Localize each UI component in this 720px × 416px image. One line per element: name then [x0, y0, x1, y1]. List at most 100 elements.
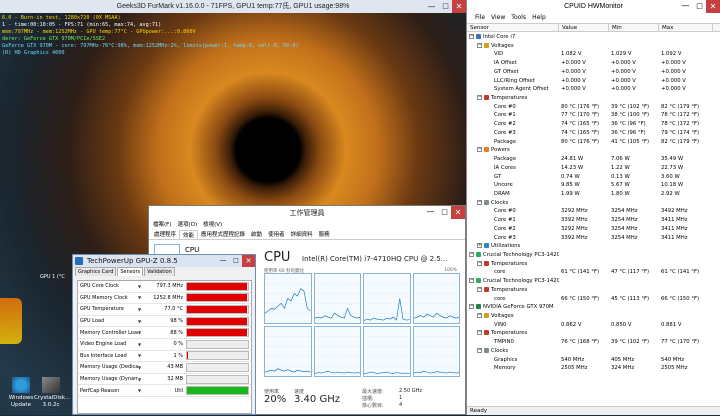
tab-details[interactable]: 詳細資料	[288, 230, 316, 239]
sensor-row[interactable]: Core #1 3392 MHz 3254 MHz 3411 MHz	[467, 216, 720, 225]
sensor-row[interactable]: − Voltages	[467, 312, 720, 321]
tm-menu-view[interactable]: 檢視(V)	[203, 221, 222, 230]
gpuz-minimize-button[interactable]: —	[217, 255, 229, 267]
gpuz-close-button[interactable]: ✕	[242, 255, 255, 267]
sensor-row[interactable]: VID 1.082 V 1.029 V 1.092 V	[467, 50, 720, 59]
sensor-row[interactable]: Graphics 540 MHz 405 MHz 540 MHz	[467, 356, 720, 365]
gpuz-sensor-dropdown-icon[interactable]: ▼	[138, 330, 146, 335]
sensor-row[interactable]: − NVIDIA GeForce GTX 970M	[467, 303, 720, 312]
tab-users[interactable]: 使用者	[265, 230, 288, 239]
column-min[interactable]: Min	[609, 24, 659, 31]
sensor-row[interactable]: − Temperatures	[467, 286, 720, 295]
sensor-row[interactable]: − Powers	[467, 146, 720, 155]
menu-view[interactable]: View	[491, 13, 505, 23]
sensor-row[interactable]: IA Cores 14.23 W 1.22 W 22.73 W	[467, 164, 720, 173]
sensor-row[interactable]: core 66 °C (150 °F) 45 °C (113 °F) 66 °C (1…	[467, 295, 720, 304]
column-sensor[interactable]: Sensor	[467, 24, 559, 31]
hwmonitor-minimize-button[interactable]: —	[679, 0, 692, 13]
sensor-row[interactable]: Core #1 77 °C (170 °F) 38 °C (100 °F) 78 °C…	[467, 111, 720, 120]
expand-toggle-icon[interactable]: −	[477, 147, 482, 153]
sensor-row[interactable]: Memory 2505 MHz 324 MHz 2505 MHz	[467, 364, 720, 373]
sensor-row[interactable]: − Temperatures	[467, 94, 720, 103]
sensor-row[interactable]: Uncore 9.85 W 5.67 W 10.18 W	[467, 181, 720, 190]
menu-file[interactable]: File	[475, 13, 485, 23]
sensor-row[interactable]: core 61 °C (141 °F) 47 °C (117 °F) 61 °C (1…	[467, 268, 720, 277]
menu-help[interactable]: Help	[532, 13, 546, 23]
sensor-row[interactable]: Core #2 3292 MHz 3254 MHz 3411 MHz	[467, 225, 720, 234]
gpuz-sensor-dropdown-icon[interactable]: ▼	[138, 295, 146, 300]
tab-services[interactable]: 服務	[316, 230, 333, 239]
gpuz-sensor-dropdown-icon[interactable]: ▼	[138, 388, 146, 393]
sensor-row[interactable]: GT Offset +0.000 V +0.000 V +0.000 V	[467, 68, 720, 77]
sensor-row[interactable]: − Clocks	[467, 347, 720, 356]
sensor-row[interactable]: − Voltages	[467, 42, 720, 51]
sensor-row[interactable]: Core #3 3392 MHz 3254 MHz 3411 MHz	[467, 234, 720, 243]
task-manager-minimize-button[interactable]: —	[424, 206, 437, 219]
tab-graphics-card[interactable]: Graphics Card	[75, 267, 117, 276]
hwmonitor-close-button[interactable]: ✕	[706, 0, 720, 13]
sensor-row[interactable]: − Crucial Technology PC3-14200	[467, 277, 720, 286]
tab-startup[interactable]: 啟動	[248, 230, 265, 239]
sensor-row[interactable]: Core #0 80 °C (176 °F) 39 °C (102 °F) 82 °C…	[467, 103, 720, 112]
sensor-row[interactable]: IA Offset +0.000 V +0.000 V +0.000 V	[467, 59, 720, 68]
gpuz-sensor-label: GPU Core Clock	[80, 283, 119, 290]
expand-toggle-icon[interactable]: −	[469, 304, 474, 310]
gpuz-maximize-button[interactable]: □	[230, 255, 242, 267]
tab-app-history[interactable]: 應用程式歷程記錄	[198, 230, 248, 239]
expand-toggle-icon[interactable]: −	[477, 313, 482, 318]
sensor-row[interactable]: VIN0 0.862 V 0.850 V 0.881 V	[467, 321, 720, 330]
tab-performance[interactable]: 效能	[179, 230, 199, 239]
sensor-row[interactable]: Package 24.81 W 7.06 W 35.49 W	[467, 155, 720, 164]
sensor-row[interactable]: − Clocks	[467, 199, 720, 208]
gpuz-sensor-dropdown-icon[interactable]: ▼	[138, 377, 146, 382]
gpuz-sensor-dropdown-icon[interactable]: ▼	[138, 319, 146, 324]
gpuz-sensor-graph-fill	[187, 305, 247, 313]
task-manager-maximize-button[interactable]: □	[438, 206, 451, 219]
expand-toggle-icon[interactable]: −	[477, 286, 482, 292]
tab-processes[interactable]: 處理程序	[151, 230, 179, 239]
tm-menu-options[interactable]: 選項(O)	[177, 221, 197, 230]
gpuz-sensor-dropdown-icon[interactable]: ▼	[138, 342, 146, 347]
gpuz-sensor-dropdown-icon[interactable]: ▼	[138, 307, 146, 312]
sensor-row[interactable]: TMPIN0 76 °C (168 °F) 39 °C (102 °F) 77 °C …	[467, 338, 720, 347]
sensor-row[interactable]: + Utilizations	[467, 242, 720, 251]
task-manager-close-button[interactable]: ✕	[451, 206, 465, 219]
expand-toggle-icon[interactable]: −	[477, 330, 482, 336]
expand-toggle-icon[interactable]: −	[469, 251, 474, 257]
furmark-close-button[interactable]: ✕	[452, 0, 466, 13]
sensor-row[interactable]: LLC/Ring Offset +0.000 V +0.000 V +0.000 V	[467, 77, 720, 86]
gpuz-sensor-dropdown-icon[interactable]: ▼	[138, 284, 146, 289]
gpuz-sensor-dropdown-icon[interactable]: ▼	[138, 365, 146, 370]
sensor-row[interactable]: − Crucial Technology PC3-14200	[467, 251, 720, 260]
expand-toggle-icon[interactable]: −	[469, 34, 474, 39]
expand-toggle-icon[interactable]: −	[477, 260, 482, 266]
expand-toggle-icon[interactable]: −	[477, 199, 482, 205]
sensor-row[interactable]: DRAM 1.99 W 1.80 W 2.92 W	[467, 190, 720, 199]
expand-toggle-icon[interactable]: −	[477, 95, 482, 101]
tm-menu-file[interactable]: 檔案(F)	[153, 221, 171, 230]
expand-toggle-icon[interactable]: −	[477, 347, 482, 353]
column-max[interactable]: Max	[659, 24, 713, 31]
desktop-icon-windows-update[interactable]: Windows Update	[4, 377, 38, 408]
sensor-row[interactable]: Core #0 3292 MHz 3254 MHz 3492 MHz	[467, 207, 720, 216]
sensor-row[interactable]: Package 80 °C (176 °F) 41 °C (105 °F) 82 °C…	[467, 138, 720, 147]
sensor-row[interactable]: − Temperatures	[467, 329, 720, 338]
sensor-row[interactable]: − Intel Core i7	[467, 33, 720, 42]
expand-toggle-icon[interactable]: −	[469, 278, 474, 284]
expand-toggle-icon[interactable]: +	[477, 243, 482, 249]
tab-sensors[interactable]: Sensors	[117, 267, 144, 276]
column-value[interactable]: Value	[559, 24, 609, 31]
expand-toggle-icon[interactable]: −	[477, 42, 482, 48]
sensor-row[interactable]: GT 0.74 W 0.13 W 3.60 W	[467, 173, 720, 182]
hwmonitor-maximize-button[interactable]: □	[693, 0, 706, 13]
menu-tools[interactable]: Tools	[511, 13, 526, 23]
gpuz-sensor-dropdown-icon[interactable]: ▼	[138, 353, 146, 358]
tab-validation[interactable]: Validation	[144, 267, 175, 276]
sensor-row[interactable]: − Temperatures	[467, 260, 720, 269]
desktop-icon-crystaldisk[interactable]: CrystalDisk... 3.0.2c	[34, 377, 70, 408]
furmark-minimize-button[interactable]: —	[425, 0, 438, 13]
sensor-row[interactable]: System Agent Offset +0.000 V +0.000 V +0.00…	[467, 85, 720, 94]
sensor-row[interactable]: Core #3 74 °C (165 °F) 36 °C (96 °F) 79 °C …	[467, 129, 720, 138]
sensor-row[interactable]: Core #2 74 °C (165 °F) 36 °C (96 °F) 78 °C …	[467, 120, 720, 129]
furmark-maximize-button[interactable]: □	[439, 0, 452, 13]
